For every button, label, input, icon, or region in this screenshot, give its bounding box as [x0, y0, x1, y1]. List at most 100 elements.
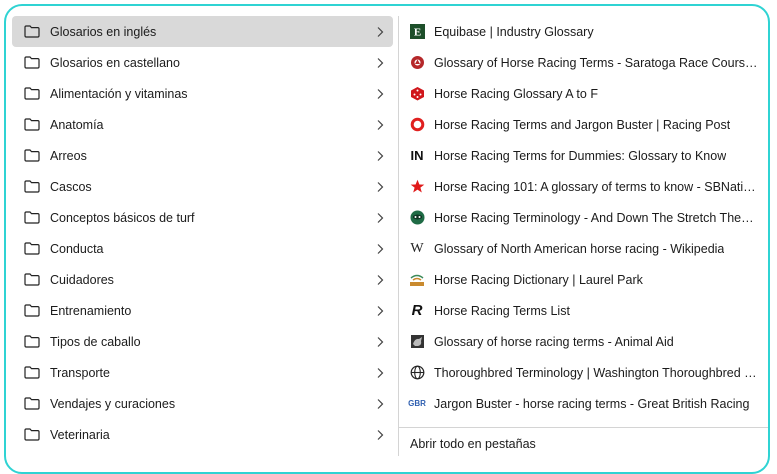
folder-item-transporte[interactable]: Transporte [12, 357, 393, 388]
folder-icon [22, 427, 42, 443]
chevron-right-icon [373, 109, 387, 140]
dice-icon [409, 86, 425, 102]
bookmark-label: Jargon Buster - horse racing terms - Gre… [434, 396, 750, 411]
bookmark-label: Horse Racing Glossary A to F [434, 86, 598, 101]
folder-icon [22, 365, 42, 381]
folder-icon [22, 241, 42, 257]
in-icon: IN [410, 148, 424, 163]
folder-item-alimentacion-y-vitaminas[interactable]: Alimentación y vitaminas [12, 78, 393, 109]
bookmark-item[interactable]: W Glossary of North American horse racin… [399, 233, 769, 264]
bookmark-label: Horse Racing Dictionary | Laurel Park [434, 272, 643, 287]
folder-label: Anatomía [50, 117, 104, 132]
folder-item-vendajes-y-curaciones[interactable]: Vendajes y curaciones [12, 388, 393, 419]
bookmark-label: Glossary of horse racing terms - Animal … [434, 334, 674, 349]
bookmark-list: E Equibase | Industry Glossary Glossary … [398, 16, 769, 456]
wikipedia-icon: W [410, 240, 424, 256]
folder-label: Glosarios en inglés [50, 24, 157, 39]
folder-icon [22, 55, 42, 71]
bookmark-label: Horse Racing Terms and Jargon Buster | R… [434, 117, 731, 132]
chevron-right-icon [373, 264, 387, 295]
star-icon [409, 179, 425, 195]
folder-label: Veterinaria [50, 427, 110, 442]
bookmark-label: Horse Racing Terms List [434, 303, 570, 318]
folder-label: Alimentación y vitaminas [50, 86, 188, 101]
folder-label: Entrenamiento [50, 303, 132, 318]
bookmark-item[interactable]: GBR Jargon Buster - horse racing terms -… [399, 388, 769, 419]
chevron-right-icon [373, 78, 387, 109]
svg-text:E: E [413, 27, 420, 39]
folder-icon [22, 396, 42, 412]
folder-icon [22, 117, 42, 133]
bookmark-label: Thoroughbred Terminology | Washington Th… [434, 365, 759, 380]
folder-icon [22, 24, 42, 40]
bookmark-item[interactable]: Horse Racing Terminology - And Down The … [399, 202, 769, 233]
bookmark-label: Glossary of Horse Racing Terms - Saratog… [434, 55, 759, 70]
bookmark-item[interactable]: E Equibase | Industry Glossary [399, 16, 769, 47]
chevron-right-icon [373, 388, 387, 419]
bookmark-label: Horse Racing Terms for Dummies: Glossary… [434, 148, 727, 163]
chevron-right-icon [373, 171, 387, 202]
saratoga-icon [409, 55, 425, 71]
bookmark-item[interactable]: Horse Racing Terms and Jargon Buster | R… [399, 109, 769, 140]
folder-item-entrenamiento[interactable]: Entrenamiento [12, 295, 393, 326]
laurel-park-icon [409, 272, 425, 288]
open-all-in-tabs-item[interactable]: Abrir todo en pestañas [410, 437, 536, 451]
folder-item-anatomia[interactable]: Anatomía [12, 109, 393, 140]
chevron-right-icon [373, 357, 387, 388]
bookmark-item[interactable]: Glossary of Horse Racing Terms - Saratog… [399, 47, 769, 78]
equibase-icon: E [409, 24, 425, 40]
folder-item-cuidadores[interactable]: Cuidadores [12, 264, 393, 295]
bookmark-item[interactable]: Horse Racing Glossary A to F [399, 78, 769, 109]
folder-label: Tipos de caballo [50, 334, 141, 349]
bookmark-label: Glossary of North American horse racing … [434, 241, 725, 256]
folder-label: Arreos [50, 148, 87, 163]
bookmark-item[interactable]: Horse Racing Dictionary | Laurel Park [399, 264, 769, 295]
folder-icon [22, 334, 42, 350]
folder-item-cascos[interactable]: Cascos [12, 171, 393, 202]
chevron-right-icon [373, 202, 387, 233]
bookmark-item[interactable]: Glossary of horse racing terms - Animal … [399, 326, 769, 357]
folder-item-tipos-de-caballo[interactable]: Tipos de caballo [12, 326, 393, 357]
bookmark-item[interactable]: IN Horse Racing Terms for Dummies: Gloss… [399, 140, 769, 171]
bookmark-item[interactable]: Horse Racing 101: A glossary of terms to… [399, 171, 769, 202]
folder-label: Conducta [50, 241, 104, 256]
folder-item-veterinaria[interactable]: Veterinaria [12, 419, 393, 450]
folder-list: Glosarios en inglés Glosarios en castell… [12, 16, 393, 456]
folder-icon [22, 303, 42, 319]
folder-label: Cascos [50, 179, 92, 194]
chevron-right-icon [373, 326, 387, 357]
menu-separator [398, 427, 768, 428]
folder-icon [22, 148, 42, 164]
gbr-icon: GBR [408, 399, 426, 408]
chevron-right-icon [373, 295, 387, 326]
folder-icon [22, 86, 42, 102]
folder-label: Glosarios en castellano [50, 55, 180, 70]
bookmark-label: Horse Racing Terminology - And Down The … [434, 210, 759, 225]
animal-aid-icon [409, 334, 425, 350]
bookmark-item[interactable]: Thoroughbred Terminology | Washington Th… [399, 357, 769, 388]
folder-item-glosarios-en-ingles[interactable]: Glosarios en inglés [12, 16, 393, 47]
folder-icon [22, 272, 42, 288]
chevron-right-icon [373, 233, 387, 264]
folder-item-conceptos-basicos-de-turf[interactable]: Conceptos básicos de turf [12, 202, 393, 233]
folder-icon [22, 179, 42, 195]
folder-label: Vendajes y curaciones [50, 396, 176, 411]
folder-item-arreos[interactable]: Arreos [12, 140, 393, 171]
folder-label: Cuidadores [50, 272, 114, 287]
globe-icon [409, 365, 425, 381]
chevron-right-icon [373, 47, 387, 78]
bookmark-item[interactable]: R Horse Racing Terms List [399, 295, 769, 326]
bookmark-label: Horse Racing 101: A glossary of terms to… [434, 179, 759, 194]
chevron-right-icon [373, 16, 387, 47]
folder-item-conducta[interactable]: Conducta [12, 233, 393, 264]
folder-icon [22, 210, 42, 226]
folder-label: Transporte [50, 365, 110, 380]
folder-label: Conceptos básicos de turf [50, 210, 195, 225]
chevron-right-icon [373, 419, 387, 450]
r-logo-icon: R [411, 302, 423, 319]
racing-post-icon [409, 117, 425, 133]
stretch-icon [409, 210, 425, 226]
chevron-right-icon [373, 140, 387, 171]
bookmark-label: Equibase | Industry Glossary [434, 24, 594, 39]
folder-item-glosarios-en-castellano[interactable]: Glosarios en castellano [12, 47, 393, 78]
